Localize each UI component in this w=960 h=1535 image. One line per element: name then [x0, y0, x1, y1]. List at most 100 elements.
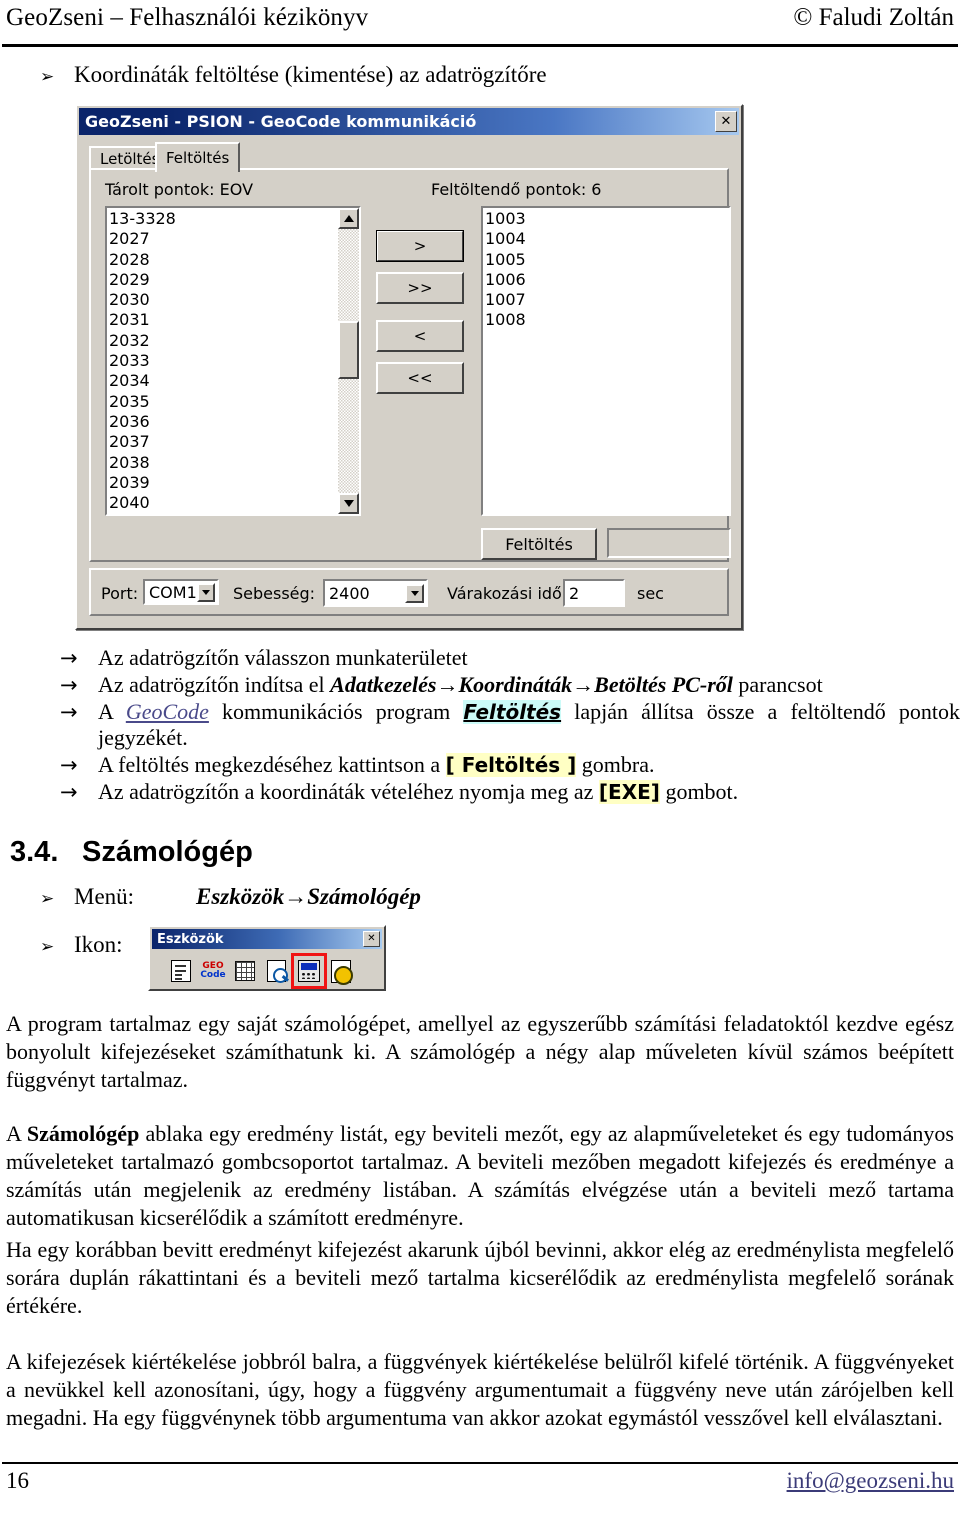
list-item[interactable]: 2038 — [109, 453, 359, 473]
upload-steps-list: → Az adatrögzítőn válasszon munkaterülete… — [60, 645, 960, 806]
list-item[interactable]: 2028 — [109, 250, 359, 270]
upload-heading-text: Koordináták feltöltése (kimentése) az ad… — [74, 62, 547, 87]
list-item[interactable]: 2039 — [109, 473, 359, 493]
highlight-cyan: Feltöltés — [463, 699, 562, 724]
list-item: → Az adatrögzítőn a koordináták vételéhez… — [60, 779, 960, 806]
scrollbar-thumb[interactable] — [338, 321, 359, 379]
stored-points-scrollbar[interactable] — [338, 208, 359, 514]
list-item[interactable]: 1004 — [485, 229, 729, 249]
upload-points-list[interactable]: 1003 1004 1005 1006 1007 1008 — [485, 209, 729, 514]
move-right-button[interactable]: > — [376, 230, 464, 262]
speed-value: 2400 — [329, 583, 370, 603]
close-icon[interactable]: ✕ — [715, 111, 737, 132]
list-item[interactable]: 2030 — [109, 290, 359, 310]
bullet-arrow-icon: ➢ — [40, 889, 55, 909]
step-text: A feltöltés megkezdéséhez kattintson a [… — [98, 752, 960, 779]
section-34-title: Számológép — [82, 836, 253, 868]
upload-points-listbox[interactable]: 1003 1004 1005 1006 1007 1008 — [481, 206, 731, 516]
wait-time-unit: sec — [637, 584, 664, 603]
step-text: Az adatrögzítőn válasszon munkaterületet — [98, 645, 960, 672]
move-all-left-button[interactable]: << — [376, 362, 464, 394]
geocode-link[interactable]: GeoCode — [126, 699, 209, 724]
list-item[interactable]: 1007 — [485, 290, 729, 310]
step-text: A GeoCode kommunikációs program Feltölté… — [98, 699, 960, 753]
list-item: → A GeoCode kommunikációs program Feltölt… — [60, 699, 960, 753]
section-34-heading: 3.4. Számológép — [10, 836, 510, 869]
upload-button[interactable]: Feltöltés — [481, 528, 597, 560]
chevron-down-icon[interactable] — [405, 583, 424, 603]
move-left-button[interactable]: < — [376, 320, 464, 352]
plain-text: A — [98, 698, 126, 724]
speed-label: Sebesség: — [233, 584, 316, 603]
list-item: → A feltöltés megkezdéséhez kattintson a … — [60, 752, 960, 779]
running-header: GeoZseni – Felhasználói kézikönyv © Falu… — [0, 4, 960, 32]
list-item[interactable]: 2034 — [109, 371, 359, 391]
dialog-titlebar: GeoZseni - PSION - GeoCode kommunikáció … — [79, 108, 739, 135]
port-label: Port: — [101, 584, 139, 603]
paragraph-4: A kifejezések kiértékelése jobbról balra… — [6, 1349, 954, 1430]
highlight-yellow: [EXE] — [598, 780, 660, 805]
document-page: GeoZseni – Felhasználói kézikönyv © Falu… — [0, 0, 960, 1535]
plain-text: Az adatrögzítőn indítsa el — [98, 671, 331, 697]
list-item: → Az adatrögzítőn indítsa el Adatkezelés→… — [60, 672, 960, 699]
dialog-tabstrip: Letöltés Feltöltés — [89, 142, 729, 172]
document-preview-icon[interactable] — [264, 958, 290, 984]
port-select[interactable]: COM1 — [143, 579, 219, 605]
stored-points-list[interactable]: 13-3328 2027 2028 2029 2030 2031 2032 2033 2034 2… — [109, 209, 359, 514]
list-item[interactable]: 1008 — [485, 310, 729, 330]
header-divider — [2, 44, 958, 47]
arrow-bullet-icon: → — [60, 672, 78, 697]
emphasis-text: Adatkezelés→Koordináták→Betöltés PC-ről — [330, 671, 733, 697]
scroll-up-icon[interactable] — [338, 208, 359, 229]
menu-path-value: Eszközök→Számológép — [196, 884, 421, 909]
eszkozok-toolbar-window: Eszközök ✕ GEO Code — [148, 925, 386, 991]
geocode-communication-dialog: GeoZseni - PSION - GeoCode kommunikáció … — [75, 104, 743, 630]
paragraph-2-post: ablaka egy eredmény listát, egy beviteli… — [6, 1121, 954, 1230]
list-item[interactable]: 2029 — [109, 270, 359, 290]
footer-divider — [2, 1462, 958, 1464]
list-item[interactable]: 13-3328 — [109, 209, 359, 229]
document-settings-icon[interactable] — [328, 958, 354, 985]
list-item[interactable]: 2040 — [109, 493, 359, 513]
close-icon[interactable]: ✕ — [363, 931, 380, 947]
footer-email-link[interactable]: info@geozseni.hu — [787, 1468, 954, 1494]
paragraph-2-bold: Számológép — [26, 1121, 140, 1146]
plain-text: gombra. — [576, 752, 655, 778]
step-text: Az adatrögzítőn a koordináták vételéhez … — [98, 779, 960, 806]
list-item[interactable]: 2027 — [109, 229, 359, 249]
geocode-icon[interactable]: GEO Code — [200, 958, 226, 984]
wait-time-input[interactable]: 2 — [563, 579, 625, 607]
stored-points-label: Tárolt pontok: EOV — [105, 180, 254, 199]
toolbar-icon-strip: GEO Code — [154, 953, 380, 989]
paragraph-2: A Számológép ablaka egy eredmény listát,… — [6, 1120, 954, 1232]
list-item: → Az adatrögzítőn válasszon munkaterülete… — [60, 645, 960, 672]
list-item[interactable]: 1006 — [485, 270, 729, 290]
speed-select[interactable]: 2400 — [323, 579, 428, 607]
page-number: 16 — [6, 1468, 29, 1493]
page-footer: 16 info@geozseni.hu — [0, 1468, 960, 1494]
calculator-icon[interactable] — [291, 953, 327, 989]
list-item[interactable]: 1003 — [485, 209, 729, 229]
list-item[interactable]: 1005 — [485, 250, 729, 270]
list-item[interactable]: 2036 — [109, 412, 359, 432]
plain-text: Az adatrögzítőn válasszon munkaterületet — [98, 645, 468, 670]
report-document-icon[interactable] — [168, 958, 194, 984]
list-item[interactable]: 2033 — [109, 351, 359, 371]
arrow-bullet-icon: → — [60, 753, 78, 778]
arrow-bullet-icon: → — [60, 780, 78, 805]
tab-feltoltes[interactable]: Feltöltés — [155, 142, 241, 172]
dialog-title: GeoZseni - PSION - GeoCode kommunikáció — [85, 112, 477, 131]
port-value: COM1 — [149, 582, 197, 602]
list-item[interactable]: 2032 — [109, 331, 359, 351]
chevron-down-icon[interactable] — [196, 582, 215, 602]
header-title-left: GeoZseni – Felhasználói kézikönyv — [6, 4, 369, 31]
grid-table-icon[interactable] — [232, 958, 258, 984]
list-item[interactable]: 2035 — [109, 392, 359, 412]
highlight-yellow: [ Feltöltés ] — [445, 753, 577, 778]
move-all-right-button[interactable]: >> — [376, 272, 464, 304]
stored-points-listbox[interactable]: 13-3328 2027 2028 2029 2030 2031 2032 2033 2034 2… — [105, 206, 361, 516]
scroll-down-icon[interactable] — [338, 493, 359, 514]
list-item[interactable]: 2031 — [109, 310, 359, 330]
plain-text: gombot. — [659, 779, 739, 805]
list-item[interactable]: 2037 — [109, 432, 359, 452]
